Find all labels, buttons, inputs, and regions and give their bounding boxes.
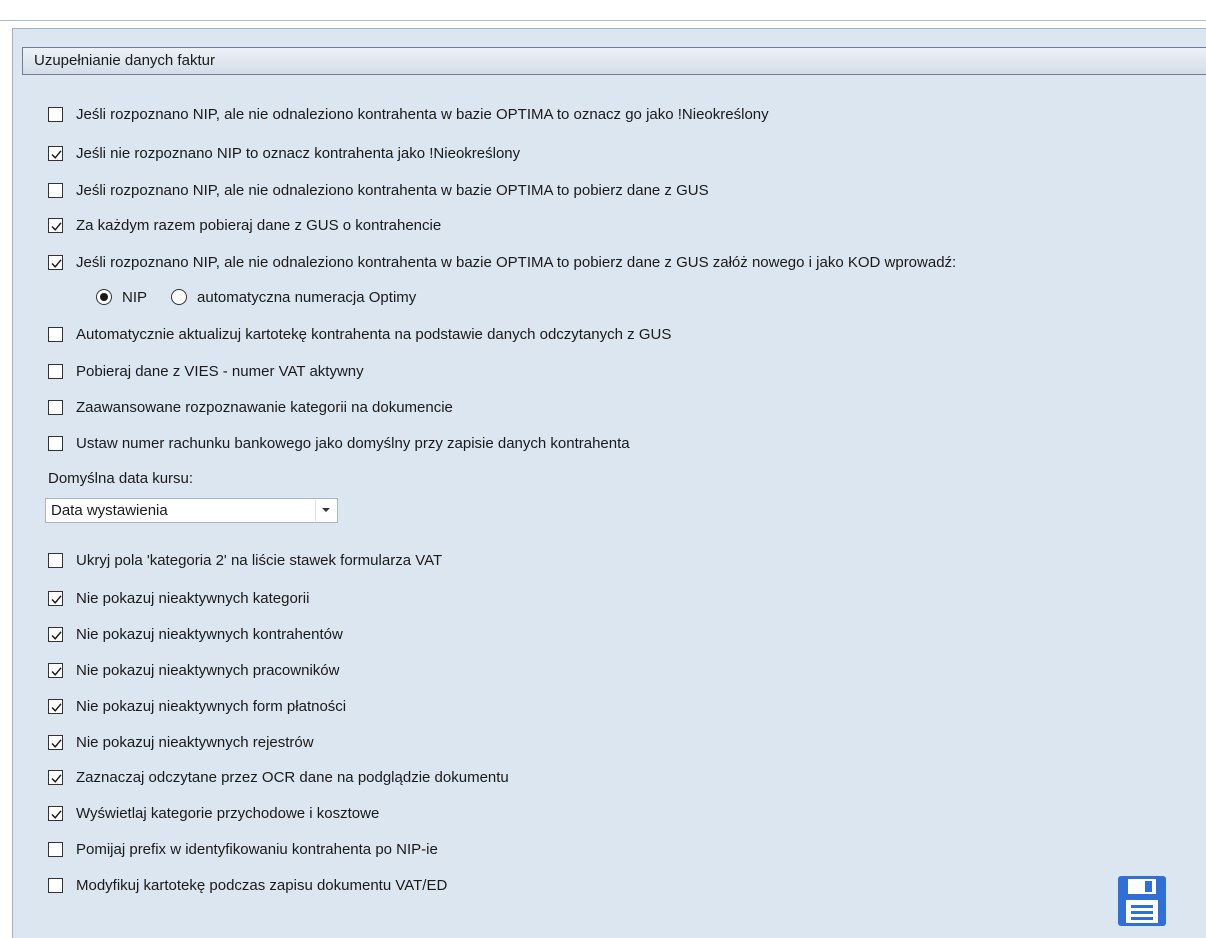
- option-default-bank-account[interactable]: Ustaw numer rachunku bankowego jako domy…: [48, 432, 630, 454]
- option-label: Automatycznie aktualizuj kartotekę kontr…: [76, 325, 672, 343]
- option-hide-category-2[interactable]: Ukryj pola 'kategoria 2' na liście stawe…: [48, 549, 442, 571]
- option-nip-not-found-mark-undefined[interactable]: Jeśli rozpoznano NIP, ale nie odnalezion…: [48, 103, 769, 125]
- option-hide-inactive-registers[interactable]: Nie pokazuj nieaktywnych rejestrów: [48, 731, 314, 753]
- option-label: Wyświetlaj kategorie przychodowe i koszt…: [76, 804, 380, 822]
- option-hide-inactive-employees[interactable]: Nie pokazuj nieaktywnych pracowników: [48, 659, 339, 681]
- radio-option-nip[interactable]: NIP: [96, 289, 147, 306]
- top-strip: [0, 0, 1206, 14]
- checkbox[interactable]: [48, 145, 63, 161]
- option-label: Modyfikuj kartotekę podczas zapisu dokum…: [76, 876, 448, 894]
- option-label: Ustaw numer rachunku bankowego jako domy…: [76, 434, 630, 452]
- option-modify-card-on-save[interactable]: Modyfikuj kartotekę podczas zapisu dokum…: [48, 874, 447, 896]
- radio-option-auto-numbering[interactable]: automatyczna numeracja Optimy: [171, 289, 416, 306]
- option-label: Pobieraj dane z VIES - numer VAT aktywny: [76, 362, 364, 380]
- floppy-disk-icon[interactable]: [1117, 875, 1167, 927]
- option-label: Jeśli rozpoznano NIP, ale nie odnalezion…: [76, 253, 957, 271]
- checkbox[interactable]: [48, 217, 63, 233]
- checkbox[interactable]: [48, 769, 63, 785]
- radio-label: automatyczna numeracja Optimy: [197, 288, 417, 306]
- checkbox[interactable]: [48, 254, 63, 270]
- checkbox[interactable]: [48, 435, 63, 451]
- option-label: Jeśli nie rozpoznano NIP to oznacz kontr…: [76, 144, 521, 162]
- checkbox[interactable]: [48, 399, 63, 415]
- checkbox[interactable]: [48, 182, 63, 198]
- group-header: Uzupełnianie danych faktur: [22, 47, 1206, 75]
- option-label: Pomijaj prefix w identyfikowaniu kontrah…: [76, 840, 438, 858]
- option-label: Nie pokazuj nieaktywnych kategorii: [76, 589, 310, 607]
- option-label: Nie pokazuj nieaktywnych pracowników: [76, 661, 340, 679]
- option-label: Nie pokazuj nieaktywnych kontrahentów: [76, 625, 343, 643]
- checkbox[interactable]: [48, 877, 63, 893]
- checkbox[interactable]: [48, 106, 63, 122]
- checkbox[interactable]: [48, 590, 63, 606]
- option-nip-not-found-create-new[interactable]: Jeśli rozpoznano NIP, ale nie odnalezion…: [48, 251, 956, 273]
- checkbox[interactable]: [48, 734, 63, 750]
- option-label: Nie pokazuj nieaktywnych rejestrów: [76, 733, 314, 751]
- option-label: Za każdym razem pobieraj dane z GUS o ko…: [76, 216, 442, 234]
- option-hide-inactive-contractors[interactable]: Nie pokazuj nieaktywnych kontrahentów: [48, 623, 343, 645]
- radio-label: NIP: [122, 288, 148, 306]
- radio-button[interactable]: [96, 289, 112, 305]
- option-always-fetch-gus[interactable]: Za każdym razem pobieraj dane z GUS o ko…: [48, 214, 441, 236]
- checkbox[interactable]: [48, 805, 63, 821]
- option-label: Jeśli rozpoznano NIP, ale nie odnalezion…: [76, 105, 769, 123]
- option-label: Nie pokazuj nieaktywnych form płatności: [76, 697, 347, 715]
- kod-radio-group: NIP automatyczna numeracja Optimy: [96, 286, 440, 308]
- exchange-date-select[interactable]: Data wystawienia: [45, 498, 338, 523]
- option-hide-inactive-categories[interactable]: Nie pokazuj nieaktywnych kategorii: [48, 587, 309, 609]
- option-advanced-category[interactable]: Zaawansowane rozpoznawanie kategorii na …: [48, 396, 453, 418]
- option-skip-nip-prefix[interactable]: Pomijaj prefix w identyfikowaniu kontrah…: [48, 838, 438, 860]
- option-label: Zaznaczaj odczytane przez OCR dane na po…: [76, 768, 509, 786]
- option-label: Jeśli rozpoznano NIP, ale nie odnalezion…: [76, 181, 709, 199]
- checkbox[interactable]: [48, 662, 63, 678]
- checkbox[interactable]: [48, 363, 63, 379]
- checkbox[interactable]: [48, 841, 63, 857]
- option-hide-inactive-payment-forms[interactable]: Nie pokazuj nieaktywnych form płatności: [48, 695, 346, 717]
- checkbox[interactable]: [48, 626, 63, 642]
- checkbox[interactable]: [48, 326, 63, 342]
- option-fetch-vies[interactable]: Pobieraj dane z VIES - numer VAT aktywny: [48, 360, 364, 382]
- checkbox[interactable]: [48, 552, 63, 568]
- option-nip-not-found-fetch-gus[interactable]: Jeśli rozpoznano NIP, ale nie odnalezion…: [48, 179, 709, 201]
- top-divider: [0, 20, 1206, 21]
- option-label: Ukryj pola 'kategoria 2' na liście stawe…: [76, 551, 443, 569]
- checkbox[interactable]: [48, 698, 63, 714]
- option-show-income-cost-categories[interactable]: Wyświetlaj kategorie przychodowe i koszt…: [48, 802, 379, 824]
- option-mark-ocr-data[interactable]: Zaznaczaj odczytane przez OCR dane na po…: [48, 766, 509, 788]
- option-auto-update-card[interactable]: Automatycznie aktualizuj kartotekę kontr…: [48, 323, 671, 345]
- exchange-date-label: Domyślna data kursu:: [48, 470, 194, 487]
- option-nip-not-recognized-mark-undefined[interactable]: Jeśli nie rozpoznano NIP to oznacz kontr…: [48, 142, 520, 164]
- exchange-date-value: Data wystawienia: [51, 502, 168, 519]
- dropdown-arrow-icon[interactable]: [315, 500, 336, 521]
- radio-button[interactable]: [171, 289, 188, 305]
- option-label: Zaawansowane rozpoznawanie kategorii na …: [76, 398, 453, 416]
